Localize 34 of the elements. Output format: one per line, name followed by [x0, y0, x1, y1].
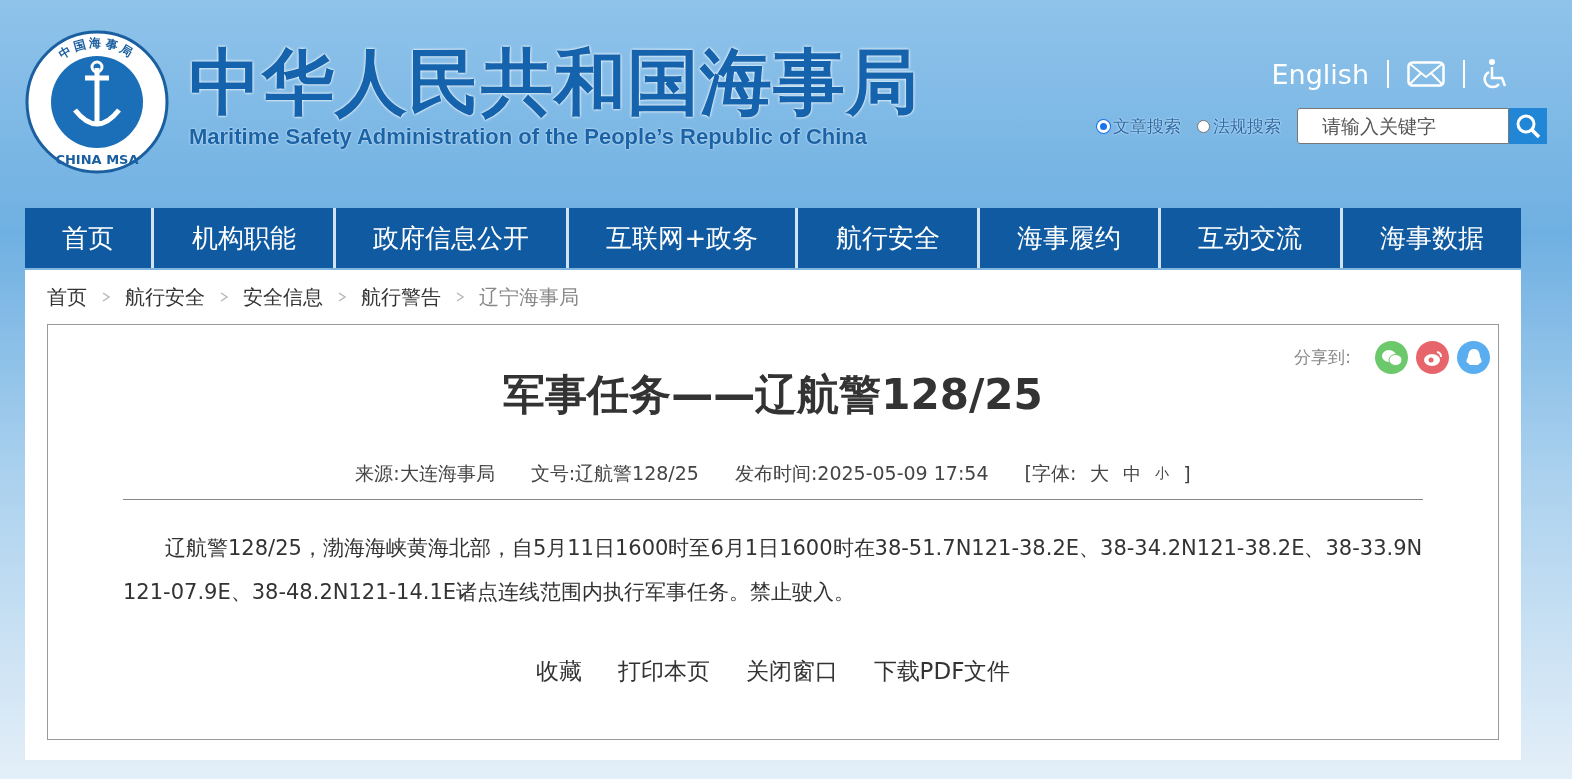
search-field[interactable]: 请输入关键字: [1297, 108, 1509, 144]
breadcrumb-link[interactable]: 辽宁海事局: [479, 283, 579, 311]
site-subtitle: Maritime Safety Administration of the People’s Republic of China: [189, 124, 868, 150]
meta-text: 来源:大连海事局: [355, 461, 495, 486]
bracket-text: ]: [1183, 463, 1191, 485]
search-icon: [1515, 113, 1541, 139]
breadcrumb-link[interactable]: 安全信息: [243, 283, 323, 311]
site-title: 中华人民共和国海事局: [189, 44, 919, 120]
share-label: 分享到:: [1294, 346, 1351, 369]
penguin-icon[interactable]: [1457, 341, 1490, 374]
font-size-link[interactable]: 小: [1155, 465, 1170, 483]
chevron-icon: [337, 291, 347, 303]
breadcrumb-link[interactable]: 航行警告: [361, 283, 441, 311]
chevron-icon: [455, 291, 465, 303]
action-link[interactable]: 收藏: [535, 656, 582, 687]
font-size-link[interactable]: 中: [1123, 462, 1142, 486]
font-size-link[interactable]: 大: [1090, 461, 1110, 487]
chevron-icon: [219, 291, 229, 303]
chat-bubbles-icon[interactable]: [1375, 341, 1408, 374]
chevron-icon: [101, 291, 111, 303]
article-body: 辽航警128/25，渤海海峡黄海北部，自5月11日1600时至6月1日1600时在38-51.7N121-38.2E、38-34.2N121-38.2E、38-33.9N121-07.9E、38-48.2N121-14.1E诸点连线范围内执行军事任务。禁止驶入。: [123, 535, 1423, 606]
action-link[interactable]: 下载PDF文件: [873, 656, 1011, 687]
mail-icon[interactable]: [1407, 61, 1445, 87]
wheelchair-icon[interactable]: [1483, 58, 1509, 90]
breadcrumb-link[interactable]: 首页: [47, 283, 87, 311]
meta-text: 文号:辽航警128/25: [530, 461, 699, 486]
article-title: 军事任务——辽航警128/25: [503, 369, 1043, 421]
font-size-label: [字体:: [1024, 461, 1077, 486]
meta-text: 发布时间:2025-05-09 17:54: [734, 461, 989, 486]
action-link[interactable]: 打印本页: [617, 656, 710, 687]
search-button[interactable]: [1509, 108, 1547, 144]
action-link[interactable]: 关闭窗口: [745, 656, 838, 687]
eye-logo-icon[interactable]: [1416, 341, 1449, 374]
breadcrumb-link[interactable]: 航行安全: [125, 283, 205, 311]
